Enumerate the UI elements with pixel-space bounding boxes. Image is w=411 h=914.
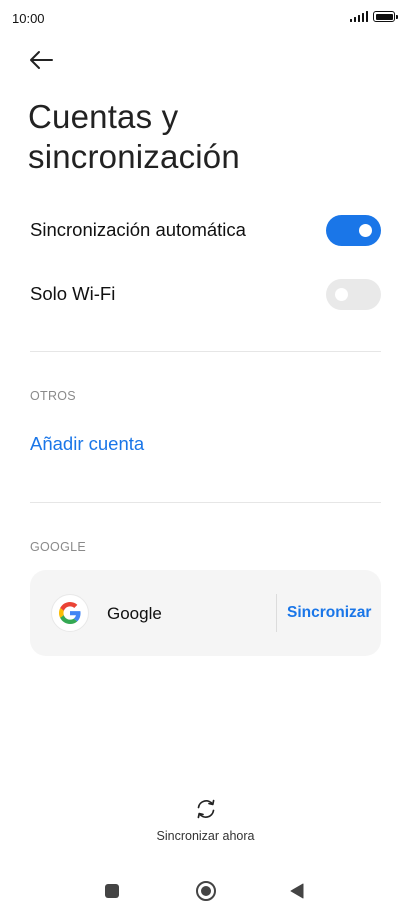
status-icons xyxy=(349,11,398,22)
divider xyxy=(30,502,381,503)
home-button[interactable] xyxy=(193,879,219,903)
triangle-back-icon xyxy=(290,883,304,899)
divider xyxy=(30,351,381,352)
status-time: 10:00 xyxy=(12,11,45,26)
sync-icon xyxy=(197,799,214,819)
back-nav-button[interactable] xyxy=(284,879,310,903)
wifi-only-label: Solo Wi-Fi xyxy=(30,283,116,304)
page-title-line1: Cuentas y xyxy=(28,98,179,135)
wifi-only-row[interactable]: Solo Wi-Fi xyxy=(30,274,381,314)
toggle-knob xyxy=(335,287,348,301)
battery-icon xyxy=(373,11,398,22)
back-button[interactable] xyxy=(26,46,56,74)
sync-now-label: Sincronizar ahora xyxy=(156,829,255,843)
wifi-only-toggle[interactable] xyxy=(326,278,381,310)
signal-icon xyxy=(349,11,368,22)
page-title-line2: sincronización xyxy=(28,138,240,175)
add-account-link[interactable]: Añadir cuenta xyxy=(30,433,144,455)
status-bar: 10:00 xyxy=(0,0,411,36)
google-sync-button[interactable]: Sincronizar xyxy=(287,604,371,622)
card-separator xyxy=(276,594,277,632)
arrow-left-icon xyxy=(30,51,53,69)
google-account-name: Google xyxy=(107,604,162,623)
google-logo-icon xyxy=(51,594,89,632)
navigation-bar xyxy=(0,868,411,914)
sync-now-button[interactable]: Sincronizar ahora xyxy=(0,797,411,843)
page-title: Cuentas y sincronización xyxy=(28,97,388,177)
recents-button[interactable] xyxy=(99,879,125,903)
circle-icon xyxy=(196,881,216,901)
section-header-google: GOOGLE xyxy=(30,540,86,554)
toggle-knob xyxy=(359,223,372,237)
section-header-others: OTROS xyxy=(30,389,76,403)
auto-sync-toggle[interactable] xyxy=(326,214,381,246)
auto-sync-label: Sincronización automática xyxy=(30,219,246,240)
square-icon xyxy=(105,884,119,898)
auto-sync-row[interactable]: Sincronización automática xyxy=(30,210,381,250)
google-account-card[interactable]: Google Sincronizar xyxy=(30,570,381,656)
